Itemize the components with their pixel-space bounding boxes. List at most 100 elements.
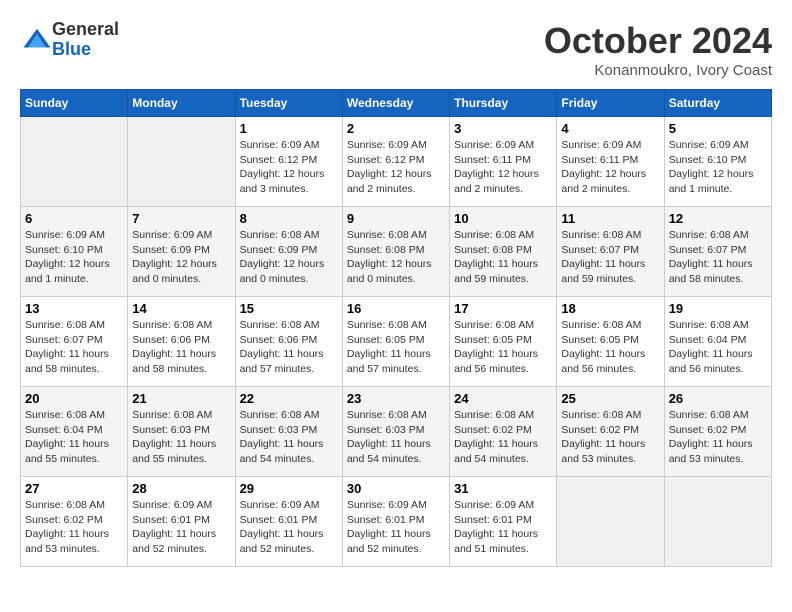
calendar-week-row: 20 Sunrise: 6:08 AM Sunset: 6:04 PM Dayli… <box>21 387 772 477</box>
logo-general: General <box>52 19 119 39</box>
day-info: Sunrise: 6:08 AM Sunset: 6:04 PM Dayligh… <box>25 408 123 467</box>
day-number: 4 <box>561 121 659 136</box>
logo-blue: Blue <box>52 39 91 59</box>
header-saturday: Saturday <box>664 90 771 117</box>
day-info: Sunrise: 6:09 AM Sunset: 6:10 PM Dayligh… <box>25 228 123 287</box>
day-number: 22 <box>240 391 338 406</box>
calendar-cell: 9 Sunrise: 6:08 AM Sunset: 6:08 PM Daylig… <box>342 207 449 297</box>
day-number: 12 <box>669 211 767 226</box>
day-number: 15 <box>240 301 338 316</box>
page-header: General Blue October 2024 Konanmoukro, I… <box>20 20 772 79</box>
calendar-cell: 19 Sunrise: 6:08 AM Sunset: 6:04 PM Dayli… <box>664 297 771 387</box>
day-info: Sunrise: 6:08 AM Sunset: 6:06 PM Dayligh… <box>132 318 230 377</box>
calendar-cell: 30Sunrise: 6:09 AM Sunset: 6:01 PM Dayli… <box>342 477 449 567</box>
day-number: 27 <box>25 481 123 496</box>
day-info: Sunrise: 6:09 AM Sunset: 6:12 PM Dayligh… <box>347 138 445 197</box>
calendar-cell: 22Sunrise: 6:08 AM Sunset: 6:03 PM Dayli… <box>235 387 342 477</box>
calendar-cell: 3Sunrise: 6:09 AM Sunset: 6:11 PM Daylig… <box>450 117 557 207</box>
header-friday: Friday <box>557 90 664 117</box>
day-info: Sunrise: 6:08 AM Sunset: 6:05 PM Dayligh… <box>561 318 659 377</box>
day-info: Sunrise: 6:08 AM Sunset: 6:08 PM Dayligh… <box>454 228 552 287</box>
day-info: Sunrise: 6:08 AM Sunset: 6:03 PM Dayligh… <box>347 408 445 467</box>
calendar-cell: 20 Sunrise: 6:08 AM Sunset: 6:04 PM Dayli… <box>21 387 128 477</box>
day-number: 31 <box>454 481 552 496</box>
header-thursday: Thursday <box>450 90 557 117</box>
header-tuesday: Tuesday <box>235 90 342 117</box>
day-number: 20 <box>25 391 123 406</box>
day-number: 29 <box>240 481 338 496</box>
day-info: Sunrise: 6:09 AM Sunset: 6:12 PM Dayligh… <box>240 138 338 197</box>
calendar-cell: 28Sunrise: 6:09 AM Sunset: 6:01 PM Dayli… <box>128 477 235 567</box>
day-number: 11 <box>561 211 659 226</box>
day-number: 5 <box>669 121 767 136</box>
calendar-cell: 1 Sunrise: 6:09 AM Sunset: 6:12 PM Daylig… <box>235 117 342 207</box>
calendar-week-row: 6 Sunrise: 6:09 AM Sunset: 6:10 PM Daylig… <box>21 207 772 297</box>
calendar-cell: 25 Sunrise: 6:08 AM Sunset: 6:02 PM Dayli… <box>557 387 664 477</box>
calendar-cell: 4 Sunrise: 6:09 AM Sunset: 6:11 PM Daylig… <box>557 117 664 207</box>
day-number: 14 <box>132 301 230 316</box>
calendar-cell <box>21 117 128 207</box>
day-info: Sunrise: 6:09 AM Sunset: 6:11 PM Dayligh… <box>454 138 552 197</box>
logo-text: General Blue <box>52 20 119 60</box>
day-info: Sunrise: 6:08 AM Sunset: 6:02 PM Dayligh… <box>561 408 659 467</box>
day-info: Sunrise: 6:08 AM Sunset: 6:03 PM Dayligh… <box>132 408 230 467</box>
day-number: 2 <box>347 121 445 136</box>
calendar-cell <box>664 477 771 567</box>
calendar-cell <box>557 477 664 567</box>
logo: General Blue <box>20 20 119 60</box>
calendar-cell: 2 Sunrise: 6:09 AM Sunset: 6:12 PM Daylig… <box>342 117 449 207</box>
calendar-cell: 11 Sunrise: 6:08 AM Sunset: 6:07 PM Dayli… <box>557 207 664 297</box>
day-number: 6 <box>25 211 123 226</box>
day-number: 1 <box>240 121 338 136</box>
day-info: Sunrise: 6:08 AM Sunset: 6:09 PM Dayligh… <box>240 228 338 287</box>
day-info: Sunrise: 6:08 AM Sunset: 6:07 PM Dayligh… <box>669 228 767 287</box>
day-number: 25 <box>561 391 659 406</box>
calendar-cell: 27 Sunrise: 6:08 AM Sunset: 6:02 PM Dayli… <box>21 477 128 567</box>
calendar-cell: 31 Sunrise: 6:09 AM Sunset: 6:01 PM Dayli… <box>450 477 557 567</box>
calendar-header-row: SundayMondayTuesdayWednesdayThursdayFrid… <box>21 90 772 117</box>
day-number: 17 <box>454 301 552 316</box>
day-number: 9 <box>347 211 445 226</box>
day-info: Sunrise: 6:09 AM Sunset: 6:11 PM Dayligh… <box>561 138 659 197</box>
calendar-cell: 10Sunrise: 6:08 AM Sunset: 6:08 PM Dayli… <box>450 207 557 297</box>
calendar-week-row: 27 Sunrise: 6:08 AM Sunset: 6:02 PM Dayli… <box>21 477 772 567</box>
calendar-cell: 26Sunrise: 6:08 AM Sunset: 6:02 PM Dayli… <box>664 387 771 477</box>
day-number: 18 <box>561 301 659 316</box>
calendar-cell: 17 Sunrise: 6:08 AM Sunset: 6:05 PM Dayli… <box>450 297 557 387</box>
calendar-cell: 15 Sunrise: 6:08 AM Sunset: 6:06 PM Dayli… <box>235 297 342 387</box>
day-number: 19 <box>669 301 767 316</box>
day-info: Sunrise: 6:08 AM Sunset: 6:07 PM Dayligh… <box>25 318 123 377</box>
calendar-cell: 6 Sunrise: 6:09 AM Sunset: 6:10 PM Daylig… <box>21 207 128 297</box>
day-info: Sunrise: 6:08 AM Sunset: 6:05 PM Dayligh… <box>454 318 552 377</box>
day-number: 24 <box>454 391 552 406</box>
calendar-cell: 7 Sunrise: 6:09 AM Sunset: 6:09 PM Daylig… <box>128 207 235 297</box>
day-info: Sunrise: 6:08 AM Sunset: 6:07 PM Dayligh… <box>561 228 659 287</box>
day-number: 7 <box>132 211 230 226</box>
calendar-week-row: 1 Sunrise: 6:09 AM Sunset: 6:12 PM Daylig… <box>21 117 772 207</box>
day-info: Sunrise: 6:09 AM Sunset: 6:09 PM Dayligh… <box>132 228 230 287</box>
calendar-cell: 12 Sunrise: 6:08 AM Sunset: 6:07 PM Dayli… <box>664 207 771 297</box>
location-subtitle: Konanmoukro, Ivory Coast <box>544 62 772 79</box>
day-info: Sunrise: 6:08 AM Sunset: 6:02 PM Dayligh… <box>25 498 123 557</box>
header-sunday: Sunday <box>21 90 128 117</box>
calendar-cell: 21 Sunrise: 6:08 AM Sunset: 6:03 PM Dayli… <box>128 387 235 477</box>
logo-icon <box>22 25 52 55</box>
calendar-cell: 14 Sunrise: 6:08 AM Sunset: 6:06 PM Dayli… <box>128 297 235 387</box>
day-info: Sunrise: 6:09 AM Sunset: 6:01 PM Dayligh… <box>240 498 338 557</box>
calendar-cell <box>128 117 235 207</box>
calendar-week-row: 13 Sunrise: 6:08 AM Sunset: 6:07 PM Dayli… <box>21 297 772 387</box>
day-info: Sunrise: 6:09 AM Sunset: 6:01 PM Dayligh… <box>454 498 552 557</box>
calendar-cell: 16Sunrise: 6:08 AM Sunset: 6:05 PM Dayli… <box>342 297 449 387</box>
day-info: Sunrise: 6:08 AM Sunset: 6:04 PM Dayligh… <box>669 318 767 377</box>
header-wednesday: Wednesday <box>342 90 449 117</box>
day-number: 16 <box>347 301 445 316</box>
day-info: Sunrise: 6:08 AM Sunset: 6:08 PM Dayligh… <box>347 228 445 287</box>
calendar-cell: 29 Sunrise: 6:09 AM Sunset: 6:01 PM Dayli… <box>235 477 342 567</box>
day-number: 13 <box>25 301 123 316</box>
day-info: Sunrise: 6:08 AM Sunset: 6:02 PM Dayligh… <box>669 408 767 467</box>
day-number: 30 <box>347 481 445 496</box>
calendar-cell: 13 Sunrise: 6:08 AM Sunset: 6:07 PM Dayli… <box>21 297 128 387</box>
day-number: 21 <box>132 391 230 406</box>
day-info: Sunrise: 6:08 AM Sunset: 6:06 PM Dayligh… <box>240 318 338 377</box>
calendar-cell: 5Sunrise: 6:09 AM Sunset: 6:10 PM Daylig… <box>664 117 771 207</box>
